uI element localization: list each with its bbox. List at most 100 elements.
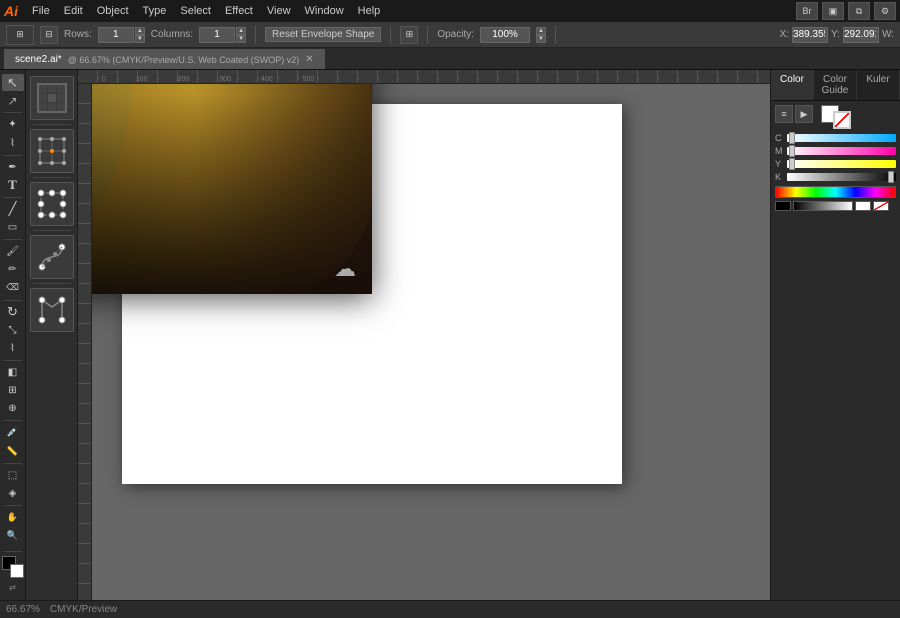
- black-thumb[interactable]: [888, 171, 894, 183]
- white-swatch[interactable]: [855, 201, 871, 211]
- cols-input[interactable]: 1: [199, 27, 235, 43]
- magenta-thumb[interactable]: [789, 145, 795, 157]
- swap-colors-btn[interactable]: ⇄: [9, 583, 16, 592]
- line-tool-btn[interactable]: ╱: [2, 201, 24, 218]
- cyan-thumb[interactable]: [789, 132, 795, 144]
- eyedropper-icon: 💉: [7, 427, 18, 438]
- cyan-slider[interactable]: [787, 134, 896, 142]
- status-bar: 66.67% CMYK/Preview: [0, 600, 900, 618]
- menu-file[interactable]: File: [26, 3, 56, 19]
- reset-envelope-button[interactable]: Reset Envelope Shape: [265, 27, 381, 42]
- brush-tool-btn[interactable]: 🖌: [2, 243, 24, 260]
- opacity-up[interactable]: ▲: [536, 27, 546, 35]
- document-tab[interactable]: scene2.ai* @ 66.67% (CMYK/Preview/U.S. W…: [4, 49, 325, 69]
- slice-btn[interactable]: ◈: [2, 485, 24, 502]
- stroke-swatch[interactable]: [833, 111, 851, 129]
- scale-tool-btn[interactable]: ⤡: [2, 322, 24, 339]
- menu-help[interactable]: Help: [352, 3, 387, 19]
- warp-tool-btn[interactable]: ⌇: [2, 340, 24, 357]
- rows-input[interactable]: 1: [98, 27, 134, 43]
- color-panel-icons: ≡ ▶: [775, 105, 896, 129]
- y-label: Y:: [831, 29, 840, 40]
- fill-stroke-swatches[interactable]: [821, 105, 851, 129]
- color-guide-tab[interactable]: Color Guide: [814, 70, 857, 100]
- transform-points-btn[interactable]: [30, 182, 74, 226]
- black-swatch[interactable]: [775, 201, 791, 211]
- spectrum-bw-section: [775, 201, 896, 211]
- grayscale-ramp[interactable]: [793, 201, 853, 211]
- envelope-options-icon[interactable]: ⊞: [400, 26, 418, 44]
- magenta-slider[interactable]: [787, 147, 896, 155]
- panel-menu-icon[interactable]: ≡: [775, 105, 793, 123]
- pen-icon: ✒: [8, 162, 16, 173]
- artboard-btn[interactable]: ⬚: [2, 466, 24, 483]
- eraser-tool-btn[interactable]: ⌫: [2, 279, 24, 296]
- cols-label: Columns:: [151, 29, 193, 40]
- y-input[interactable]: 292.091 pt: [843, 27, 879, 43]
- color-swatches: ⇄: [2, 545, 24, 596]
- path-type-btn[interactable]: [30, 288, 74, 332]
- foreground-background-swatches[interactable]: [2, 556, 24, 578]
- opacity-down[interactable]: ▼: [536, 35, 546, 43]
- tab-close-button[interactable]: ✕: [305, 54, 313, 65]
- menu-effect[interactable]: Effect: [219, 3, 259, 19]
- bridge-btn[interactable]: Br: [796, 2, 818, 20]
- doc-color-mode: CMYK/Preview: [50, 604, 117, 615]
- zoom-btn[interactable]: 🔍: [2, 527, 24, 544]
- menu-select[interactable]: Select: [174, 3, 217, 19]
- direct-selection-btn[interactable]: ↗: [2, 92, 24, 109]
- none-swatch[interactable]: [873, 201, 889, 211]
- blend-icon: ⊕: [8, 403, 16, 414]
- black-slider-row: K: [775, 172, 896, 182]
- zoom-level: 66.67%: [6, 604, 40, 615]
- menu-window[interactable]: Window: [299, 3, 350, 19]
- selection-tool-btn[interactable]: ↖: [2, 74, 24, 91]
- measure-btn[interactable]: 📏: [2, 442, 24, 459]
- yellow-slider[interactable]: [787, 160, 896, 168]
- canvas-area[interactable]: Ai Adobe Creative Cloud Illustrator CC 2…: [92, 84, 770, 600]
- type-tool-btn[interactable]: T: [2, 177, 24, 194]
- yellow-thumb[interactable]: [789, 158, 795, 170]
- magic-wand-btn[interactable]: ✦: [2, 116, 24, 133]
- kuler-tab[interactable]: Kuler: [857, 70, 900, 100]
- eyedropper-btn[interactable]: 💉: [2, 424, 24, 441]
- screen-mode-btn[interactable]: ▣: [822, 2, 844, 20]
- canvas-inner: Ai Adobe Creative Cloud Illustrator CC 2…: [78, 84, 770, 600]
- cols-up[interactable]: ▲: [236, 27, 246, 35]
- hand-btn[interactable]: ✋: [2, 509, 24, 526]
- mesh-tool-btn[interactable]: ⊞: [2, 382, 24, 399]
- rows-spinbox[interactable]: 1 ▲ ▼: [98, 27, 145, 43]
- x-input[interactable]: 389.355 pt: [792, 27, 828, 43]
- splash-artwork-bg: [92, 84, 372, 294]
- anchor-points-btn[interactable]: [30, 235, 74, 279]
- opacity-input[interactable]: 100%: [480, 27, 530, 43]
- rows-down[interactable]: ▼: [135, 35, 145, 43]
- rows-up[interactable]: ▲: [135, 27, 145, 35]
- pen-tool-btn[interactable]: ✒: [2, 158, 24, 175]
- tools-icon[interactable]: ⚙: [874, 2, 896, 20]
- panel-expand-icon[interactable]: ▶: [795, 105, 813, 123]
- background-swatch[interactable]: [10, 564, 24, 578]
- menu-view[interactable]: View: [261, 3, 297, 19]
- black-slider[interactable]: [787, 173, 896, 181]
- arrange-btn[interactable]: ⧉: [848, 2, 870, 20]
- envelope-preview-btn[interactable]: [30, 76, 74, 120]
- rotate-tool-btn[interactable]: ↻: [2, 303, 24, 320]
- gradient-tool-btn[interactable]: ◧: [2, 364, 24, 381]
- color-spectrum-bar[interactable]: [775, 186, 896, 198]
- splash-screen[interactable]: Ai Adobe Creative Cloud Illustrator CC 2…: [92, 84, 372, 294]
- wand-icon: ✦: [8, 119, 16, 130]
- menu-edit[interactable]: Edit: [58, 3, 89, 19]
- black-label: K: [775, 172, 785, 182]
- menu-type[interactable]: Type: [137, 3, 173, 19]
- menu-object[interactable]: Object: [91, 3, 135, 19]
- rect-tool-btn[interactable]: ▭: [2, 219, 24, 236]
- app-logo: Ai: [4, 3, 18, 19]
- pencil-tool-btn[interactable]: ✏: [2, 261, 24, 278]
- color-tab[interactable]: Color: [771, 70, 814, 100]
- cols-spinbox[interactable]: 1 ▲ ▼: [199, 27, 246, 43]
- lasso-btn[interactable]: ⌇: [2, 134, 24, 151]
- cols-down[interactable]: ▼: [236, 35, 246, 43]
- blend-tool-btn[interactable]: ⊕: [2, 400, 24, 417]
- mesh-warp-btn[interactable]: [30, 129, 74, 173]
